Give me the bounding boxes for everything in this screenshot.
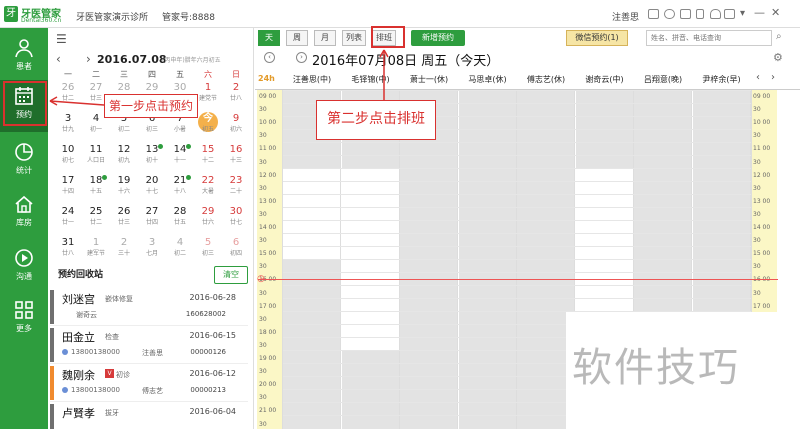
step2-label: 第二步点击排班 xyxy=(316,100,436,140)
step1-label: 第一步点击预约 xyxy=(104,94,199,118)
watermark-text: 软件技巧 xyxy=(572,345,740,391)
app-window: { "titlebar": { "logo_mark": "牙", "logo_… xyxy=(0,0,800,429)
